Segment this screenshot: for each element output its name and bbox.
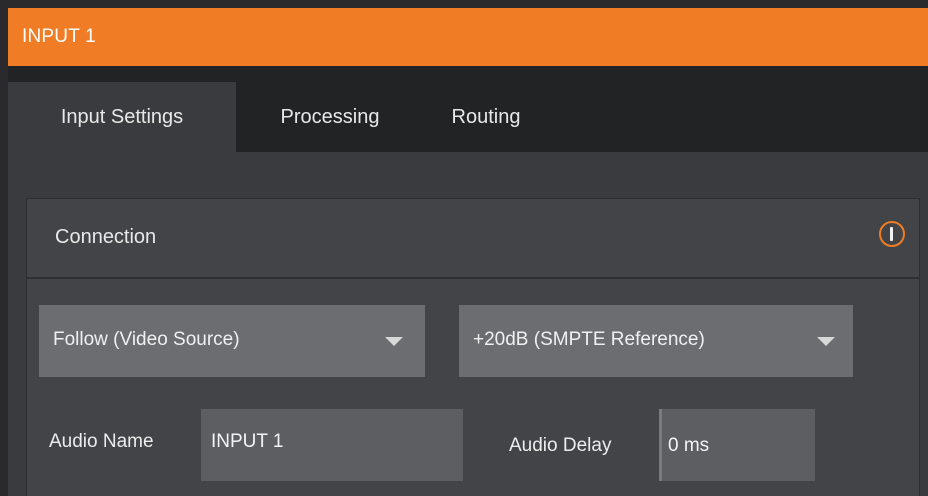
audio-name-label: Audio Name: [49, 431, 154, 452]
audio-delay-field[interactable]: 0 ms: [659, 409, 815, 481]
chevron-down-icon: [385, 337, 403, 346]
tab-routing[interactable]: Routing: [424, 82, 548, 152]
connection-header: Connection: [27, 199, 919, 279]
input-window: INPUT 1 Input Settings Processing Routin…: [8, 8, 928, 496]
chevron-down-icon: [817, 337, 835, 346]
tab-input-settings[interactable]: Input Settings: [8, 82, 236, 152]
audio-delay-label: Audio Delay: [509, 435, 612, 456]
audio-name-field[interactable]: INPUT 1: [201, 409, 463, 481]
section-title: Connection: [55, 226, 157, 248]
audio-delay-value: 0 ms: [668, 435, 710, 456]
tab-strip: Input Settings Processing Routing: [8, 66, 928, 152]
info-icon[interactable]: [879, 221, 905, 247]
level-dropdown[interactable]: +20dB (SMPTE Reference): [459, 305, 853, 377]
level-dropdown-value: +20dB (SMPTE Reference): [473, 329, 705, 350]
title-bar: INPUT 1: [8, 8, 928, 66]
window-title: INPUT 1: [22, 26, 96, 47]
source-dropdown[interactable]: Follow (Video Source): [39, 305, 425, 377]
connection-section: Connection Follow (Video Source) +20dB (…: [26, 198, 920, 496]
audio-name-value: INPUT 1: [211, 431, 284, 452]
tab-content: Connection Follow (Video Source) +20dB (…: [8, 152, 928, 496]
source-dropdown-value: Follow (Video Source): [53, 329, 240, 350]
tab-processing[interactable]: Processing: [236, 82, 424, 152]
